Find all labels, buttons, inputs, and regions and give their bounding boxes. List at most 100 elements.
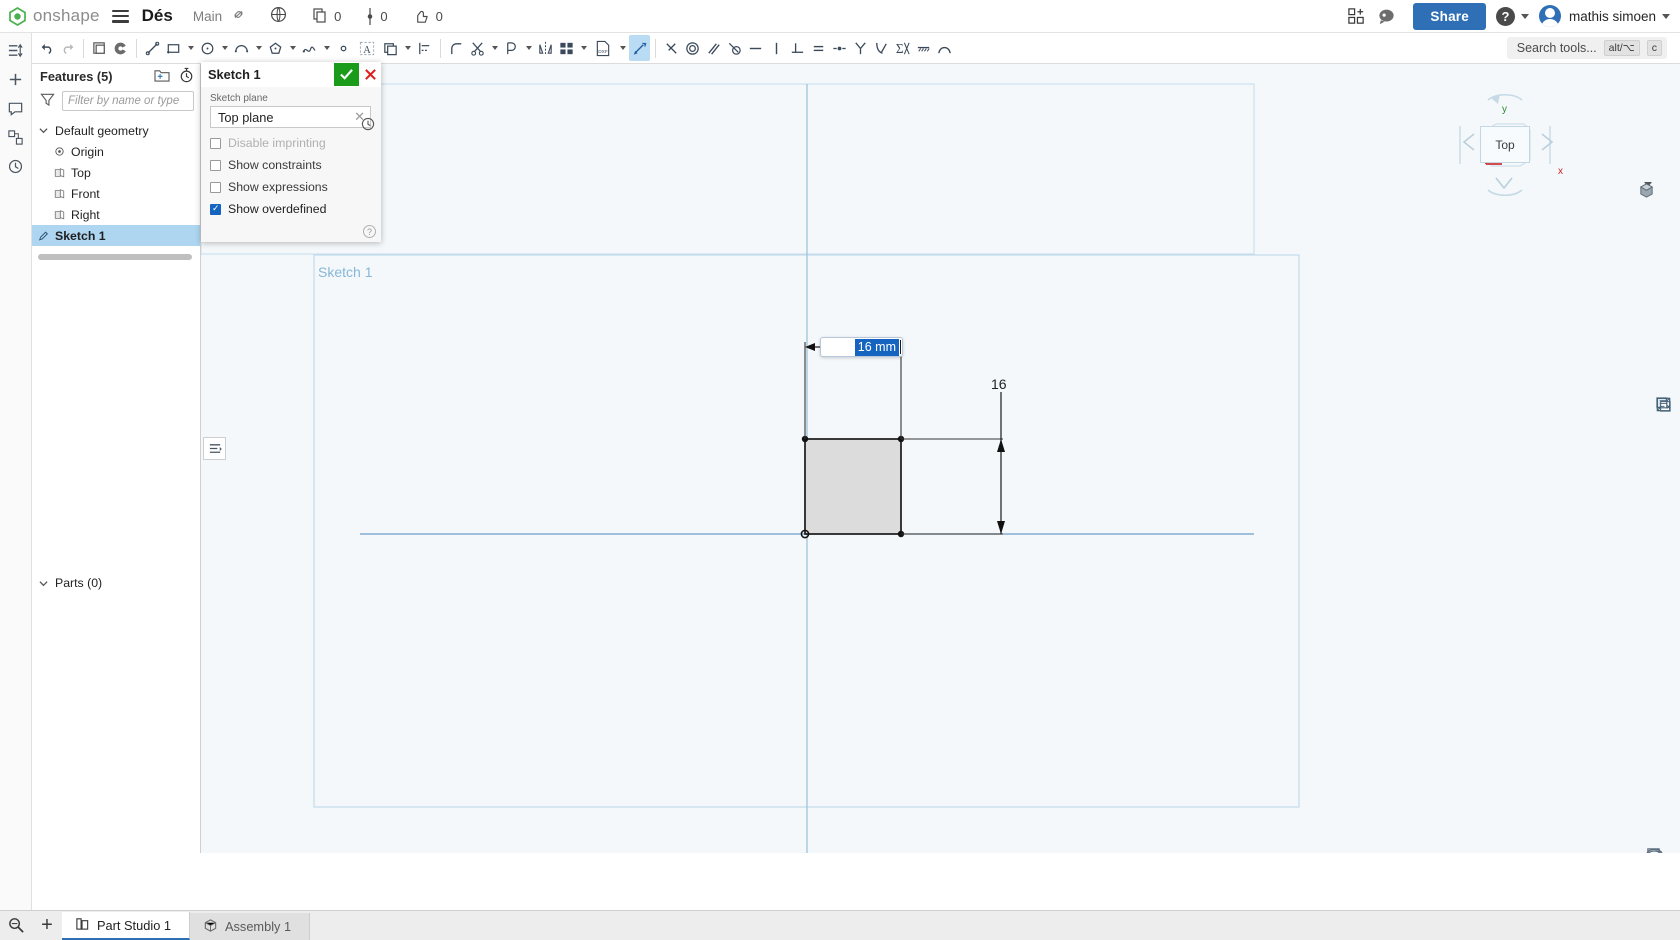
comments-icon[interactable] <box>3 95 29 121</box>
rectangle-icon[interactable] <box>163 35 184 61</box>
color-wheel-icon[interactable] <box>110 35 131 61</box>
dxf-chevron-down-icon[interactable] <box>616 35 629 61</box>
circle-chevron-down-icon[interactable] <box>218 35 231 61</box>
view-cube-face-top[interactable]: Top <box>1480 126 1530 163</box>
tree-item-front[interactable]: Front <box>32 183 200 204</box>
concentric-icon[interactable] <box>682 35 703 61</box>
assembly-icon[interactable] <box>3 124 29 150</box>
constraint-sigma-icon[interactable]: Σ <box>892 35 913 61</box>
trim-icon[interactable] <box>467 35 488 61</box>
explode-icon[interactable] <box>1655 397 1674 487</box>
checkbox-disable-imprinting[interactable] <box>210 137 221 149</box>
tangent-icon[interactable] <box>724 35 745 61</box>
rectangle-chevron-down-icon[interactable] <box>184 35 197 61</box>
arc-chevron-down-icon[interactable] <box>252 35 265 61</box>
parallel-icon[interactable] <box>703 35 724 61</box>
spline-icon[interactable] <box>299 35 320 61</box>
features-filter-input[interactable]: Filter by name or type <box>62 91 194 111</box>
help-chevron-down-icon[interactable] <box>1520 13 1529 19</box>
fix-icon[interactable] <box>913 35 934 61</box>
redo-icon[interactable] <box>57 35 78 61</box>
avatar[interactable] <box>1538 5 1561 27</box>
extend-icon[interactable] <box>501 35 522 61</box>
vertical-dimension-label[interactable]: 16 <box>991 376 1007 392</box>
display-mode-control[interactable] <box>1638 182 1654 198</box>
list-panel-icon[interactable] <box>203 437 226 460</box>
apps-grid-plus-icon[interactable] <box>1341 0 1371 33</box>
equal-icon[interactable] <box>808 35 829 61</box>
appearance-icon[interactable] <box>1655 397 1674 463</box>
branch-label[interactable]: Main <box>193 9 222 24</box>
extend-chevron-down-icon[interactable] <box>522 35 535 61</box>
transform-icon[interactable] <box>414 35 435 61</box>
fillet-icon[interactable] <box>446 35 467 61</box>
rollback-bar[interactable] <box>38 254 192 260</box>
dimension-value-input[interactable]: 16 mm <box>820 337 903 357</box>
text-icon[interactable]: A <box>354 35 380 61</box>
tree-item-top[interactable]: Top <box>32 162 200 183</box>
mirror-icon[interactable] <box>535 35 556 61</box>
add-tab-button[interactable]: + <box>32 910 62 940</box>
feature-list-icon[interactable] <box>3 37 29 63</box>
insert-feature-icon[interactable] <box>3 66 29 92</box>
tab-part-studio-1[interactable]: Part Studio 1 <box>62 912 190 940</box>
chevron-down-icon[interactable] <box>38 126 49 135</box>
chevron-down-icon[interactable] <box>38 579 49 588</box>
onshape-logo[interactable]: onshape <box>0 6 100 26</box>
help-icon[interactable]: ? <box>1495 6 1515 26</box>
offset-chevron-down-icon[interactable] <box>401 35 414 61</box>
checkbox-show-constraints[interactable] <box>210 159 221 171</box>
link-icon[interactable] <box>231 7 246 25</box>
dxf-import-icon[interactable]: DXF <box>590 35 616 61</box>
stopwatch-icon[interactable] <box>179 67 194 86</box>
counter-likes[interactable]: 0 <box>413 8 443 25</box>
polygon-icon[interactable] <box>265 35 286 61</box>
sketch-canvas[interactable]: Sketch 1 16 16 mm Top y x <box>201 64 1680 853</box>
parts-section-header[interactable]: Parts (0) <box>32 576 200 590</box>
line-icon[interactable] <box>142 35 163 61</box>
symmetric-icon[interactable] <box>850 35 871 61</box>
history-clock-icon[interactable] <box>361 117 375 134</box>
spline-chevron-down-icon[interactable] <box>320 35 333 61</box>
counter-copies[interactable]: 0 <box>312 8 341 24</box>
comment-bubble-icon[interactable] <box>1371 0 1401 33</box>
add-folder-icon[interactable] <box>154 68 170 85</box>
curvature-icon[interactable] <box>871 35 892 61</box>
trim-chevron-down-icon[interactable] <box>488 35 501 61</box>
tree-item-sketch-1[interactable]: Sketch 1 <box>32 225 200 246</box>
option-disable-imprinting[interactable]: Disable imprinting <box>210 136 371 150</box>
vertical-icon[interactable] <box>766 35 787 61</box>
globe-icon[interactable] <box>270 6 287 26</box>
user-chevron-down-icon[interactable] <box>1662 13 1670 19</box>
checkbox-show-overdefined[interactable] <box>210 203 221 215</box>
sketch-plane-field[interactable]: Top plane ✕ <box>210 106 371 128</box>
option-show-overdefined[interactable]: Show overdefined <box>210 202 371 216</box>
point-icon[interactable] <box>333 35 354 61</box>
view-cube[interactable]: Top y x <box>1440 86 1570 206</box>
arc-icon[interactable] <box>231 35 252 61</box>
pattern-chevron-down-icon[interactable] <box>577 35 590 61</box>
polygon-chevron-down-icon[interactable] <box>286 35 299 61</box>
option-show-constraints[interactable]: Show constraints <box>210 158 371 172</box>
horizontal-icon[interactable] <box>745 35 766 61</box>
sketch-cancel-button[interactable] <box>359 63 381 86</box>
history-icon[interactable] <box>3 153 29 179</box>
username-label[interactable]: mathis simoen <box>1569 9 1656 24</box>
checkbox-show-expressions[interactable] <box>210 181 221 193</box>
funnel-icon[interactable] <box>40 92 55 110</box>
midpoint-icon[interactable] <box>829 35 850 61</box>
undo-icon[interactable] <box>36 35 57 61</box>
search-tools-box[interactable]: Search tools... alt/⌥ c <box>1506 37 1667 59</box>
tree-item-right[interactable]: Right <box>32 204 200 225</box>
hamburger-icon[interactable] <box>111 9 129 23</box>
sketch-confirm-button[interactable] <box>334 63 359 86</box>
circle-icon[interactable] <box>197 35 218 61</box>
perpendicular-icon[interactable] <box>787 35 808 61</box>
linear-pattern-icon[interactable] <box>556 35 577 61</box>
counter-versions[interactable]: 0 <box>366 7 388 25</box>
tab-search-icon[interactable] <box>0 910 32 940</box>
help-icon[interactable]: ? <box>363 225 376 238</box>
sketch-plane-icon[interactable] <box>89 35 110 61</box>
coincident-icon[interactable] <box>661 35 682 61</box>
option-show-expressions[interactable]: Show expressions <box>210 180 371 194</box>
